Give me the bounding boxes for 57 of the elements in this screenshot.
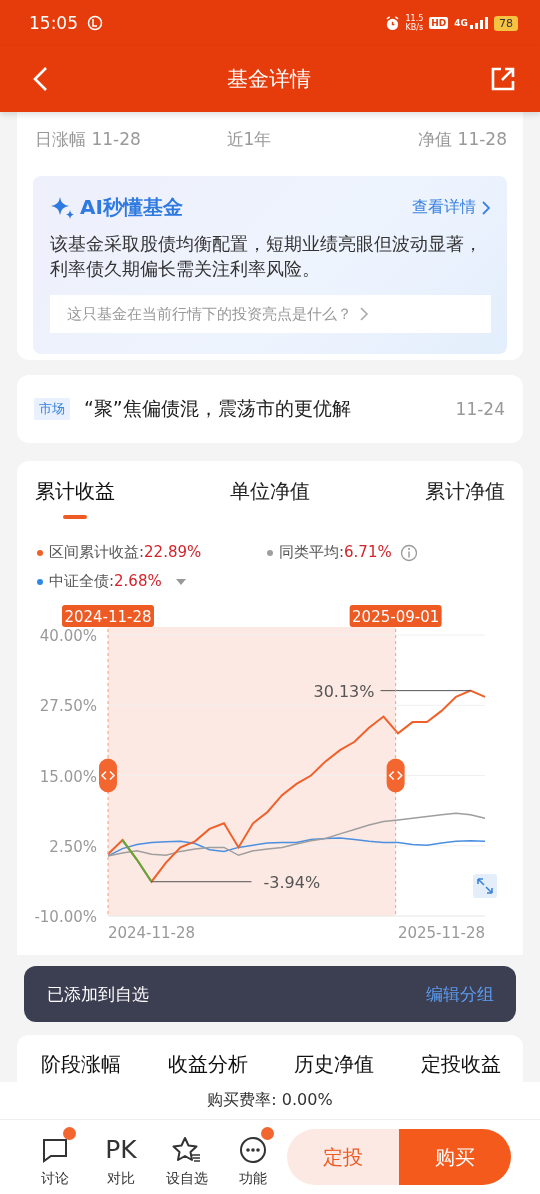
legend-label: 同类平均:6.71% — [279, 543, 392, 562]
toast-message: 已添加到自选 — [47, 982, 149, 1006]
status-app-icon — [87, 15, 103, 31]
ai-card-title: AI秒懂基金 — [80, 194, 183, 221]
speed-unit: KB/s — [405, 23, 424, 32]
ai-summary-text: 该基金采取股债均衡配置，短期业绩亮眼但波动显著，利率债久期偏长需关注利率风险。 — [50, 232, 483, 281]
range-date-label: 2024-11-28 — [62, 605, 154, 627]
signal-icon — [470, 17, 488, 29]
info-icon[interactable] — [399, 543, 418, 562]
network-speed: 11.5 — [405, 14, 424, 23]
dropdown-caret-icon[interactable] — [175, 578, 186, 585]
stat-label: 净值 11-28 — [418, 128, 507, 151]
y-axis-label: 15.00% — [39, 767, 97, 786]
range-handle[interactable] — [99, 758, 117, 793]
annotation-label: 30.13% — [313, 681, 375, 701]
section-tab[interactable]: 定投收益 — [420, 1051, 501, 1077]
legend-label: 区间累计收益:22.89% — [49, 543, 202, 562]
y-axis-label: 27.50% — [39, 697, 97, 716]
y-axis-label: 40.00% — [39, 627, 97, 645]
toolbar-item[interactable]: 设自选 — [154, 1126, 220, 1188]
page-title: 基金详情 — [227, 66, 311, 93]
chart-tab[interactable]: 累计收益 — [35, 478, 115, 529]
compare-icon: PK — [105, 1134, 137, 1165]
star-list-icon — [172, 1135, 202, 1164]
y-axis-label: -10.00% — [34, 908, 97, 926]
alarm-icon — [384, 15, 400, 31]
edit-group-button[interactable]: 编辑分组 — [426, 982, 494, 1006]
chart-tab[interactable]: 累计净值 — [425, 478, 505, 529]
section-tab[interactable]: 阶段涨幅 — [41, 1051, 121, 1077]
drawdown-highlight — [121, 839, 153, 883]
network-type: 4G — [454, 18, 468, 28]
chart-tab[interactable]: 单位净值 — [230, 478, 310, 529]
hd-indicator: HD — [429, 17, 449, 29]
expand-icon[interactable] — [473, 874, 497, 898]
section-tab[interactable]: 收益分析 — [167, 1051, 248, 1077]
x-axis-label: 2025-11-28 — [397, 924, 486, 942]
stat-label: 近1年 — [226, 128, 273, 151]
toolbar-item[interactable]: 功能 — [220, 1126, 286, 1188]
y-axis-label: 2.50% — [49, 837, 97, 856]
fee-rate-text: 购买费率: 0.00% — [207, 1090, 333, 1111]
clock-time: 15:05 — [29, 13, 78, 33]
section-tab[interactable]: 历史净值 — [294, 1051, 375, 1077]
chevron-right-icon — [482, 200, 491, 215]
toolbar-item[interactable]: 讨论 — [22, 1126, 88, 1188]
details-link[interactable]: 查看详情 — [412, 197, 491, 218]
legend-label: 中证全债:2.68% — [49, 572, 162, 591]
news-date: 11-24 — [455, 399, 505, 419]
annotation-label: -3.94% — [263, 872, 321, 892]
battery-indicator: 78 — [494, 15, 518, 31]
news-headline[interactable]: “聚”焦偏债混，震荡市的更优解 — [84, 396, 456, 422]
x-axis-label: 2024-11-28 — [107, 924, 196, 942]
stat-label: 日涨幅 11-28 — [35, 128, 142, 151]
toolbar-item[interactable]: PK 对比 — [88, 1126, 154, 1188]
chevron-right-icon — [360, 307, 369, 321]
more-options-icon — [239, 1135, 267, 1164]
news-tag: 市场 — [34, 398, 70, 420]
range-date-label: 2025-09-01 — [349, 605, 442, 627]
